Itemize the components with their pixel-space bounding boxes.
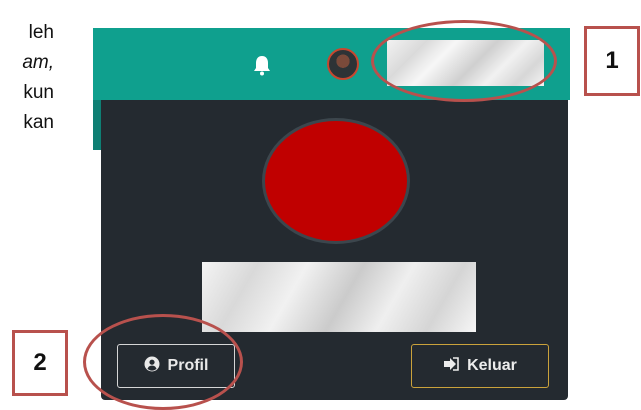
logout-button[interactable]: Keluar xyxy=(411,344,549,388)
annotation-circle-1 xyxy=(371,20,557,102)
sidebar-edge xyxy=(93,100,101,150)
bell-icon[interactable] xyxy=(252,54,272,76)
doc-line-1: leh xyxy=(28,22,54,43)
annotation-circle-2 xyxy=(83,314,243,410)
fullname-redacted xyxy=(202,262,476,332)
document-text-fragment: leh am, kun kan xyxy=(22,18,54,138)
annotation-label-1: 1 xyxy=(584,26,640,96)
doc-line-4: kan xyxy=(23,112,54,133)
doc-line-2: am, xyxy=(22,52,54,73)
annotation-label-2: 2 xyxy=(12,330,68,396)
user-avatar-large xyxy=(262,118,410,244)
doc-line-3: kun xyxy=(23,82,54,103)
logout-button-label: Keluar xyxy=(467,357,517,374)
user-avatar-small[interactable] xyxy=(327,48,359,80)
sign-out-icon xyxy=(443,356,459,376)
